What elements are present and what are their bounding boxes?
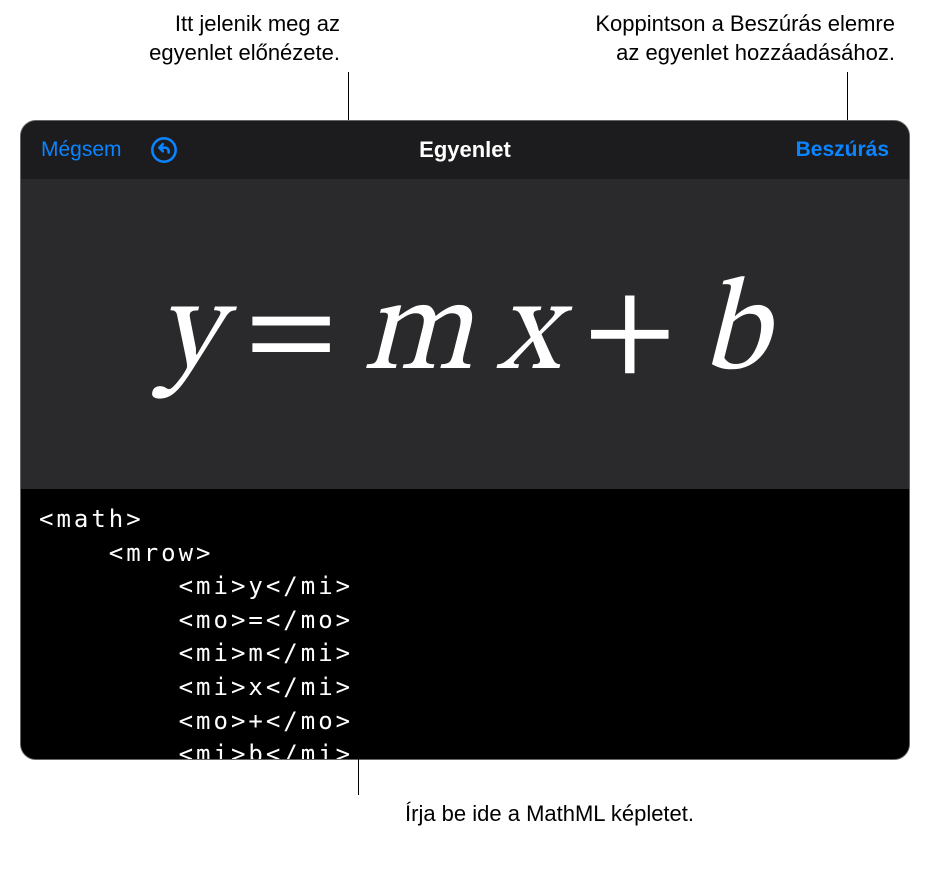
op-equals: =	[244, 253, 342, 416]
callout-code-line	[358, 702, 359, 795]
var-y: y	[158, 253, 225, 416]
callout-preview-line1: Itt jelenik meg az	[90, 10, 340, 39]
callout-insert-line2: az egyenlet hozzáadásához.	[435, 39, 895, 68]
mathml-code-input[interactable]: <math> <mrow> <mi>y</mi> <mo>=</mo> <mi>…	[21, 489, 909, 759]
callout-preview: Itt jelenik meg az egyenlet előnézete.	[90, 10, 340, 67]
equation-editor-panel: Mégsem Egyenlet Beszúrás y = m x + b <ma…	[20, 120, 910, 760]
callout-insert-line1: Koppintson a Beszúrás elemre	[435, 10, 895, 39]
undo-icon[interactable]	[150, 136, 178, 164]
panel-title: Egyenlet	[419, 137, 511, 163]
var-b: b	[701, 253, 773, 416]
editor-toolbar: Mégsem Egyenlet Beszúrás	[21, 121, 909, 179]
cancel-button[interactable]: Mégsem	[41, 138, 122, 162]
var-x: x	[497, 253, 563, 416]
callout-code-text: Írja be ide a MathML képletet.	[405, 800, 905, 829]
callout-code: Írja be ide a MathML képletet.	[405, 800, 905, 829]
callout-preview-line2: egyenlet előnézete.	[90, 39, 340, 68]
callout-insert: Koppintson a Beszúrás elemre az egyenlet…	[435, 10, 895, 67]
var-m: m	[362, 253, 477, 416]
code-text: <math> <mrow> <mi>y</mi> <mo>=</mo> <mi>…	[39, 505, 353, 759]
insert-button[interactable]: Beszúrás	[796, 138, 889, 162]
equation-preview-area: y = m x + b	[21, 179, 909, 489]
op-plus: +	[583, 253, 681, 416]
equation-preview: y = m x + b	[158, 253, 773, 416]
